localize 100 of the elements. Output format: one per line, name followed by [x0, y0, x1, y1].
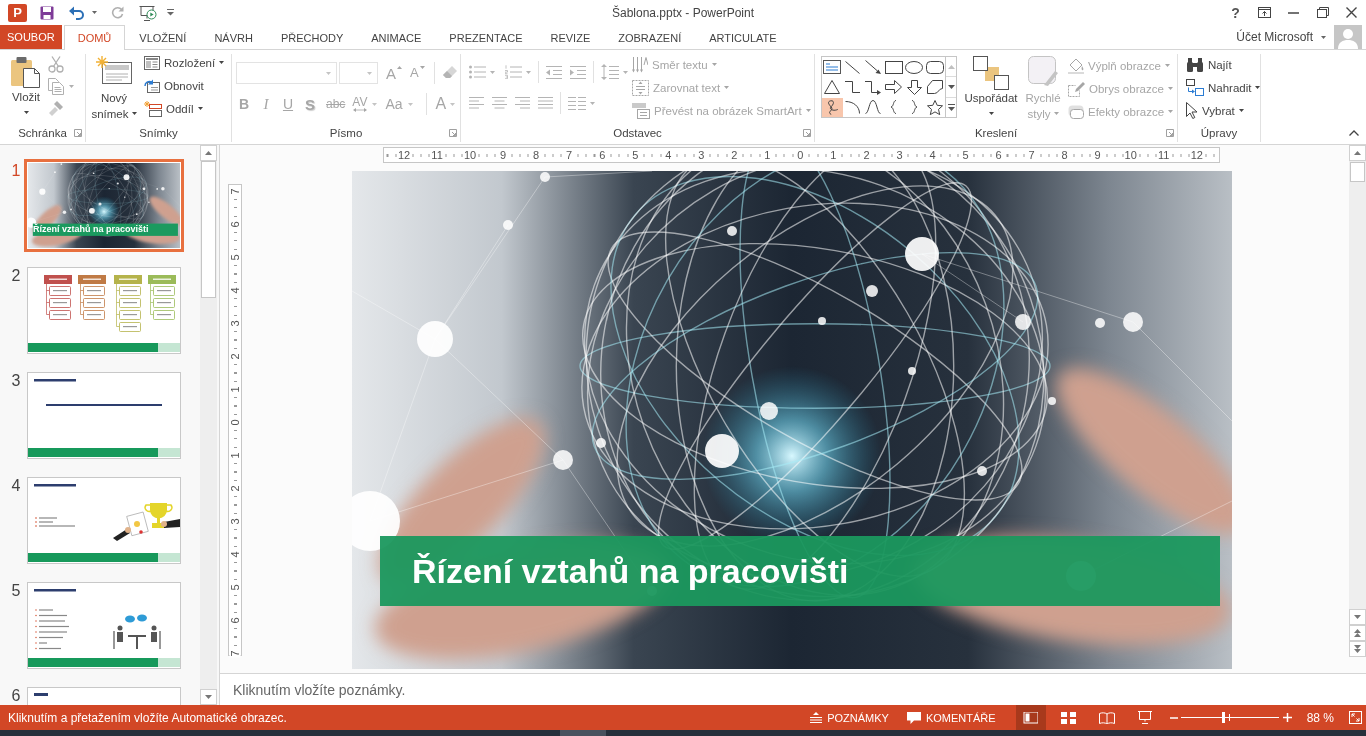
ribbon-tab[interactable]: REVIZE — [536, 25, 605, 49]
left-brace-icon[interactable] — [890, 100, 898, 114]
ribbon-tab[interactable]: DOMŮ — [63, 25, 126, 50]
comments-button[interactable]: KOMENTÁŘE — [906, 705, 996, 730]
zoom-percentage[interactable]: 88 % — [1306, 710, 1334, 725]
save-icon[interactable] — [40, 5, 54, 20]
scrollbar-thumb[interactable] — [201, 161, 216, 298]
zoom-in-icon[interactable] — [1282, 713, 1292, 722]
slide-number: 6 — [10, 687, 22, 705]
close-icon[interactable] — [1346, 7, 1357, 18]
customize-icon[interactable] — [167, 9, 174, 16]
fit-to-window-icon[interactable] — [1349, 711, 1362, 724]
dialog-launcher-icon[interactable] — [449, 128, 457, 137]
rounded-rectangle-icon[interactable] — [925, 60, 944, 74]
line-icon[interactable] — [845, 60, 861, 74]
ruler-number: 2 — [229, 483, 241, 493]
collapse-ribbon-icon[interactable] — [1349, 130, 1359, 136]
new-slide-button[interactable]: Nový snímek — [88, 56, 140, 122]
oval-icon[interactable] — [905, 60, 924, 74]
previous-slide-button[interactable] — [1349, 625, 1366, 641]
rectangle-icon[interactable] — [884, 60, 903, 74]
triangle-icon[interactable] — [824, 80, 841, 94]
slideshow-icon[interactable] — [1137, 711, 1152, 724]
slide-thumbnail[interactable]: Řízení vztahů na pracovišti — [24, 159, 184, 252]
caret-icon — [23, 111, 29, 114]
ruler-number: 12 — [1189, 149, 1204, 161]
caret-up-icon — [397, 66, 402, 69]
zoom-out-icon[interactable] — [1169, 716, 1178, 719]
ribbon-tab[interactable]: ZOBRAZENÍ — [604, 25, 696, 49]
caret-icon — [131, 112, 137, 116]
pencil-icon — [1068, 80, 1085, 97]
elbow-connector-icon[interactable] — [845, 80, 861, 94]
slide-thumbnail[interactable] — [24, 684, 184, 705]
snip-shape-icon[interactable] — [926, 80, 943, 94]
dialog-launcher-icon[interactable] — [74, 128, 82, 137]
group-label: Úpravy — [1200, 126, 1238, 139]
ruler-number: 7 — [1027, 149, 1036, 161]
right-arrow-icon[interactable] — [885, 80, 903, 94]
file-menu-tab[interactable]: SOUBOR — [0, 25, 62, 49]
section-button[interactable]: Oddíl — [142, 97, 227, 120]
gallery-more-icon[interactable] — [947, 103, 955, 111]
curve-icon[interactable] — [865, 100, 882, 114]
caret-icon — [1238, 109, 1244, 112]
dialog-launcher-icon[interactable] — [803, 128, 811, 137]
arrange-icon — [973, 56, 1009, 90]
arrow-line-icon[interactable] — [865, 60, 882, 74]
paste-button[interactable]: Vložit — [5, 56, 47, 114]
ribbon-tab[interactable]: VLOŽENÍ — [125, 25, 201, 49]
account-button[interactable]: Účet Microsoft — [1236, 25, 1326, 49]
undo-icon[interactable] — [69, 5, 84, 20]
ribbon-tab[interactable]: PŘECHODY — [266, 25, 358, 49]
reset-button[interactable]: Obnovit — [142, 74, 227, 97]
ruler-number: 3 — [895, 149, 904, 161]
scroll-down-button[interactable] — [200, 689, 217, 705]
restore-icon[interactable] — [1316, 7, 1329, 18]
replace-button[interactable]: Nahradit — [1184, 76, 1263, 99]
help-button[interactable]: ? — [1221, 0, 1250, 25]
notes-button[interactable]: POZNÁMKY — [810, 705, 889, 730]
ruler-number: 2 — [730, 149, 739, 161]
scribble-icon[interactable] — [822, 97, 843, 117]
find-button[interactable]: Najít — [1184, 53, 1263, 76]
zoom-slider-thumb[interactable] — [1222, 712, 1226, 723]
elbow-arrow-icon[interactable] — [865, 79, 882, 95]
group-label: Písmo — [329, 126, 363, 139]
scrollbar[interactable] — [200, 145, 217, 705]
caret-icon — [197, 107, 203, 110]
minimize-icon[interactable] — [1288, 11, 1299, 14]
text-box-icon[interactable] — [823, 60, 842, 74]
reading-view-icon[interactable] — [1098, 711, 1115, 724]
star-icon[interactable] — [926, 99, 943, 115]
select-button[interactable]: Vybrat — [1184, 99, 1263, 122]
down-arrow-icon[interactable] — [906, 79, 922, 95]
ruler-number: 7 — [565, 149, 574, 161]
ruler-number: 6 — [994, 149, 1003, 161]
caret-icon[interactable] — [92, 11, 97, 14]
next-slide-button[interactable] — [1349, 641, 1366, 657]
dialog-launcher-icon[interactable] — [1166, 128, 1174, 137]
arc-icon[interactable] — [845, 100, 861, 114]
slide-number: 4 — [10, 477, 22, 495]
scroll-down-button[interactable] — [1349, 609, 1366, 625]
ribbon-display-icon[interactable] — [1258, 7, 1271, 18]
scroll-up-button[interactable] — [200, 145, 217, 161]
layout-button[interactable]: Rozložení — [142, 51, 227, 74]
ribbon-tab[interactable]: ANIMACE — [357, 25, 436, 49]
scrollbar[interactable] — [1349, 145, 1366, 657]
notes-field[interactable]: Kliknutím vložíte poznámky. — [220, 674, 1366, 705]
scrollbar-thumb[interactable] — [1350, 162, 1365, 182]
scroll-up-button[interactable] — [1349, 145, 1366, 161]
ribbon-tab[interactable]: ARTICULATE — [695, 25, 791, 49]
normal-view-icon[interactable] — [1015, 705, 1046, 730]
arrange-button[interactable]: Uspořádat — [962, 56, 1020, 115]
right-brace-icon[interactable] — [910, 100, 918, 114]
caret-icon — [724, 86, 730, 89]
comment-icon — [906, 711, 921, 724]
slide-sorter-icon[interactable] — [1061, 711, 1077, 724]
ribbon-tab[interactable]: NÁVRH — [200, 25, 267, 49]
ribbon-tab[interactable]: PREZENTACE — [435, 25, 537, 49]
gallery-down-icon[interactable] — [947, 85, 955, 89]
presentation-icon[interactable] — [139, 4, 157, 21]
section-icon — [144, 100, 162, 117]
